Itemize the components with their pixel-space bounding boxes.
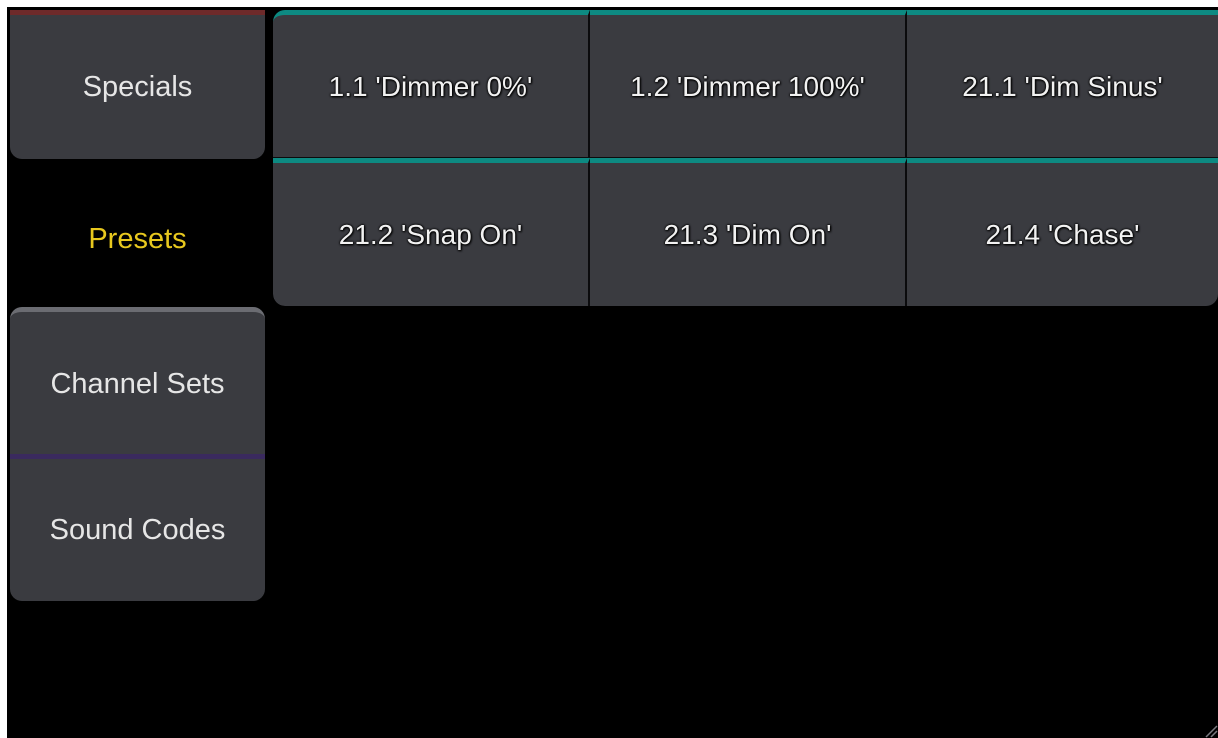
- preset-button[interactable]: 21.3 'Dim On': [590, 158, 907, 306]
- preset-label: 21.4 'Chase': [985, 219, 1140, 250]
- preset-button[interactable]: 1.2 'Dimmer 100%': [590, 10, 907, 158]
- preset-button[interactable]: 21.4 'Chase': [907, 158, 1218, 306]
- preset-button[interactable]: 21.1 'Dim Sinus': [907, 10, 1218, 158]
- window-frame: Specials Presets Channel Sets Sound Code…: [0, 0, 1218, 738]
- tab-specials[interactable]: Specials: [10, 10, 265, 159]
- preset-label: 21.2 'Snap On': [338, 219, 523, 250]
- preset-grid: 1.1 'Dimmer 0%' 1.2 'Dimmer 100%' 21.1 '…: [273, 10, 1218, 306]
- preset-button[interactable]: 21.2 'Snap On': [273, 158, 590, 306]
- resize-grip-icon[interactable]: [1202, 722, 1218, 738]
- preset-label: 1.1 'Dimmer 0%': [328, 70, 533, 102]
- preset-label: 1.2 'Dimmer 100%': [630, 70, 865, 102]
- tab-specials-label: Specials: [82, 70, 193, 103]
- tab-presets-label: Presets: [88, 222, 187, 255]
- tab-channel-sets-label: Channel Sets: [50, 368, 225, 400]
- tab-sound-codes[interactable]: Sound Codes: [10, 454, 265, 601]
- preset-pool-panel: Specials Presets Channel Sets Sound Code…: [7, 7, 1218, 738]
- preset-button[interactable]: 1.1 'Dimmer 0%': [273, 10, 590, 158]
- tab-sound-codes-label: Sound Codes: [49, 513, 226, 546]
- tab-channel-sets[interactable]: Channel Sets: [10, 307, 265, 457]
- preset-label: 21.1 'Dim Sinus': [962, 70, 1163, 102]
- tab-presets[interactable]: Presets: [10, 164, 265, 314]
- resize-grip-glyph: [1205, 725, 1218, 738]
- preset-label: 21.3 'Dim On': [663, 219, 832, 250]
